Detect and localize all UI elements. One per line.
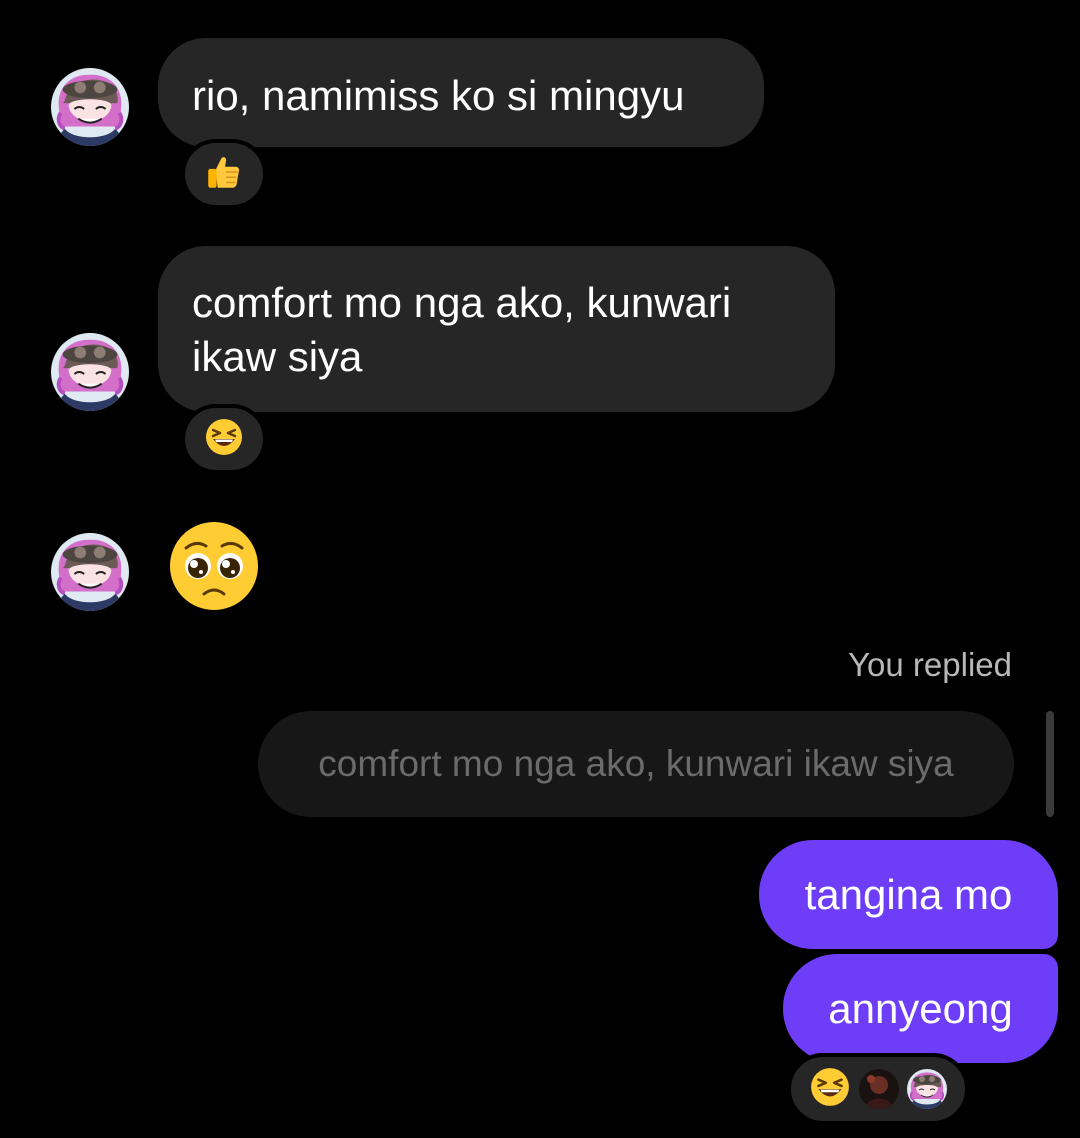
thumbs-up-icon	[203, 151, 245, 198]
message-text: rio, namimiss ko si mingyu	[192, 72, 685, 119]
outgoing-message-bubble[interactable]: annyeong	[783, 954, 1058, 1063]
sender-avatar[interactable]	[51, 533, 129, 611]
quoted-text: comfort mo nga ako, kunwari ikaw siya	[318, 743, 954, 784]
sender-avatar[interactable]	[51, 68, 129, 146]
grinning-squinting-face-icon	[204, 417, 244, 462]
quoted-message[interactable]: comfort mo nga ako, kunwari ikaw siya	[258, 711, 1014, 817]
reply-indicator-bar	[1046, 711, 1054, 817]
incoming-message-bubble[interactable]: comfort mo nga ako, kunwari ikaw siya	[158, 246, 835, 412]
message-text: tangina mo	[804, 870, 1013, 918]
message-text: annyeong	[828, 984, 1013, 1032]
message-reaction[interactable]	[181, 404, 267, 474]
reply-context-label: You replied	[848, 646, 1012, 683]
message-reaction[interactable]	[181, 139, 267, 209]
message-reactions[interactable]	[787, 1053, 969, 1125]
pink-hair-avatar-icon	[907, 1069, 947, 1109]
sender-avatar[interactable]	[51, 333, 129, 411]
pleading-face-icon[interactable]	[168, 520, 260, 617]
dark-avatar-icon	[859, 1069, 899, 1109]
message-text: comfort mo nga ako, kunwari ikaw siya	[192, 279, 732, 380]
incoming-message-bubble[interactable]: rio, namimiss ko si mingyu	[158, 38, 764, 147]
grinning-squinting-face-icon	[809, 1066, 851, 1113]
outgoing-message-bubble[interactable]: tangina mo	[759, 840, 1058, 949]
